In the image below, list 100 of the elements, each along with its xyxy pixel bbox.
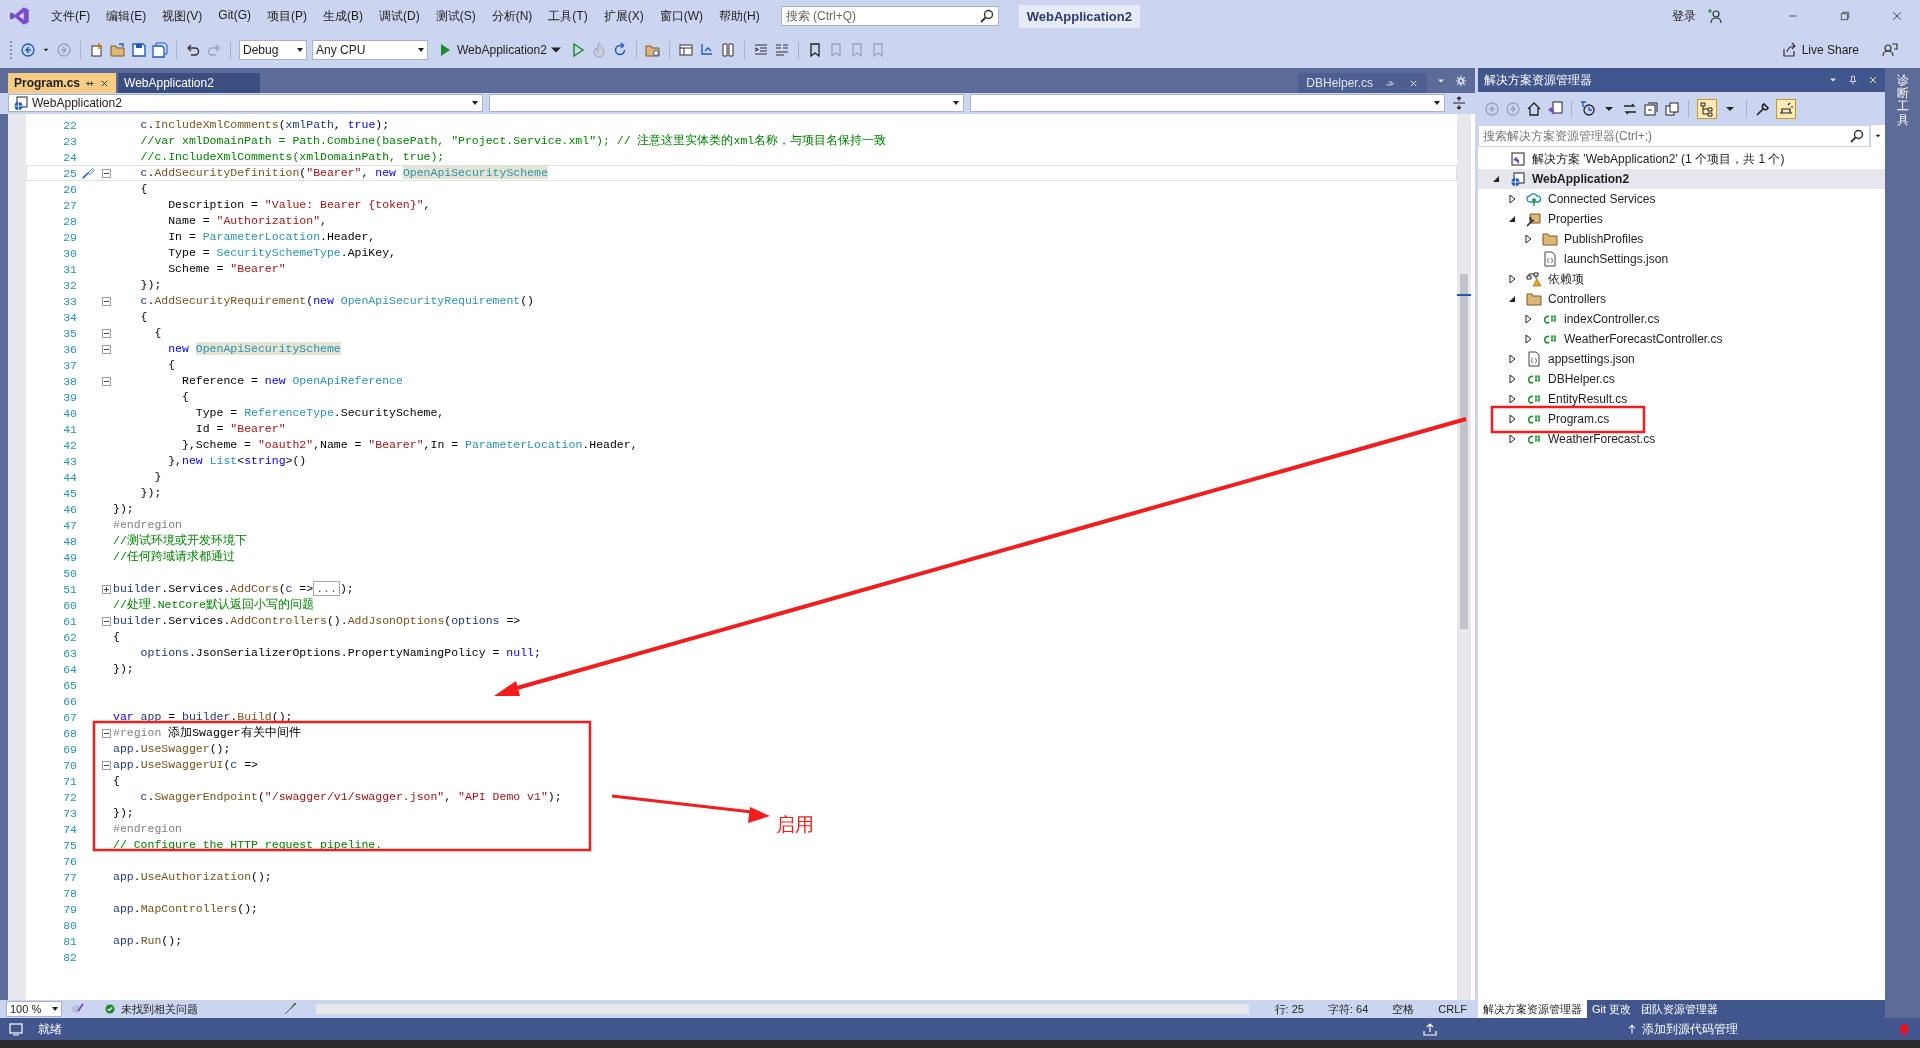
zoom-dropdown[interactable]: 100 % xyxy=(6,1001,62,1017)
menu-item[interactable]: 生成(B) xyxy=(316,4,370,28)
close-icon[interactable] xyxy=(1891,10,1903,22)
menu-item[interactable]: 扩展(X) xyxy=(596,4,651,28)
browse-folder-icon[interactable] xyxy=(644,42,661,58)
expand-toggle[interactable] xyxy=(101,584,111,594)
tree-row[interactable]: WebApplication2 xyxy=(1478,169,1885,189)
tree-row[interactable]: DBHelper.cs xyxy=(1478,369,1885,389)
document-tab[interactable]: WebApplication2 xyxy=(118,73,261,93)
menu-item[interactable]: 测试(S) xyxy=(428,4,483,28)
tree-row[interactable]: WeatherForecast.cs xyxy=(1478,429,1885,449)
window-layout-icon[interactable] xyxy=(677,42,694,58)
configuration-dropdown[interactable]: Debug xyxy=(239,40,307,60)
issues-indicator[interactable]: 未找到相关问题 xyxy=(104,1001,274,1017)
code-cleanup-icon[interactable] xyxy=(282,1001,298,1017)
source-control-button[interactable]: 添加到源代码管理 xyxy=(1626,1020,1738,1038)
menu-item[interactable]: 窗口(W) xyxy=(652,4,710,28)
tree-row[interactable]: Connected Services xyxy=(1478,189,1885,209)
line-indicator[interactable]: 行: 25 xyxy=(1266,1001,1312,1017)
menu-item[interactable]: Git(G) xyxy=(211,4,258,28)
tree-row[interactable]: EntityResult.cs xyxy=(1478,389,1885,409)
menu-item[interactable]: 帮助(H) xyxy=(712,4,767,28)
tree-row[interactable]: Controllers xyxy=(1478,289,1885,309)
indent-icon[interactable] xyxy=(752,42,769,58)
line-ending-indicator[interactable]: CRLF xyxy=(1430,1003,1475,1015)
menu-item[interactable]: 项目(P) xyxy=(260,4,314,28)
search-icon[interactable] xyxy=(978,8,995,24)
collapse-toggle[interactable] xyxy=(101,760,111,770)
account-icon[interactable] xyxy=(1708,8,1724,24)
code-line: Id = "Bearer" xyxy=(195,422,286,436)
show-all-files-icon[interactable] xyxy=(1664,100,1680,117)
side-panel-tab[interactable]: 诊断工具 xyxy=(1896,74,1909,127)
tree-row[interactable]: Properties xyxy=(1478,209,1885,229)
columns-icon[interactable] xyxy=(719,42,736,58)
tree-view-icon[interactable] xyxy=(1699,100,1715,117)
screwdriver-icon[interactable] xyxy=(81,166,95,180)
tree-row[interactable]: 依赖项 xyxy=(1478,269,1885,289)
code-line: } xyxy=(154,470,162,484)
menu-item[interactable]: 编辑(E) xyxy=(99,4,154,28)
save-icon[interactable] xyxy=(131,42,147,58)
pin-icon[interactable] xyxy=(1847,74,1859,86)
menu-item[interactable]: 工具(T) xyxy=(541,4,595,28)
code-line: app.Run(); xyxy=(113,934,183,948)
tree-row[interactable]: Program.cs xyxy=(1478,409,1885,429)
panel-tab[interactable]: 团队资源管理器 xyxy=(1636,1000,1724,1018)
code-line: Reference = new OpenApiReference xyxy=(182,374,403,388)
collapse-toggle[interactable] xyxy=(101,296,111,306)
publish-icon[interactable] xyxy=(1422,1021,1438,1037)
save-all-icon[interactable] xyxy=(152,42,168,58)
preview-tab[interactable]: DBHelper.cs xyxy=(1298,73,1427,93)
collapse-toggle[interactable] xyxy=(101,344,111,354)
collapse-toggle[interactable] xyxy=(101,168,111,178)
horizontal-scrollbar[interactable] xyxy=(316,1004,1249,1014)
tree-row[interactable]: launchSettings.json xyxy=(1478,249,1885,269)
new-project-icon[interactable] xyxy=(89,42,105,58)
settings-icon[interactable] xyxy=(1455,74,1467,87)
split-icon[interactable] xyxy=(1451,95,1467,111)
menu-item[interactable]: 分析(N) xyxy=(484,4,540,28)
solution-node[interactable]: 解决方案 'WebApplication2' (1 个项目，共 1 个) xyxy=(1532,150,1785,168)
app-logo-icon[interactable] xyxy=(10,6,30,26)
home-icon[interactable] xyxy=(1526,100,1542,117)
properties-icon[interactable] xyxy=(1755,100,1771,117)
collapse-toggle[interactable] xyxy=(101,328,111,338)
collapse-toggle[interactable] xyxy=(101,728,111,738)
panel-tab[interactable]: Git 更改 xyxy=(1587,1000,1637,1018)
column-indicator[interactable]: 字符: 64 xyxy=(1319,1001,1377,1017)
code-line: { xyxy=(168,358,176,372)
collapse-all-icon[interactable] xyxy=(1643,100,1659,117)
project-dropdown[interactable]: WebApplication2 xyxy=(8,94,483,112)
panel-tab[interactable]: 解决方案资源管理器 xyxy=(1478,1000,1587,1018)
menu-item[interactable]: 文件(F) xyxy=(44,4,98,28)
open-folder-icon[interactable] xyxy=(110,42,126,58)
indent-indicator[interactable]: 空格 xyxy=(1384,1001,1423,1017)
line-number: 68 xyxy=(62,726,77,740)
close-icon[interactable] xyxy=(1867,74,1879,86)
undo-icon[interactable] xyxy=(185,42,201,58)
platform-dropdown[interactable]: Any CPU xyxy=(312,40,428,60)
collapse-toggle[interactable] xyxy=(101,616,111,626)
pending-changes-icon[interactable] xyxy=(1580,100,1596,117)
switch-views-icon[interactable] xyxy=(1547,100,1563,117)
tree-row[interactable]: appsettings.json xyxy=(1478,349,1885,369)
scrollbar[interactable] xyxy=(1457,114,1471,1000)
live-share-button[interactable]: Live Share xyxy=(1780,42,1859,58)
run-button[interactable]: WebApplication2 xyxy=(433,40,565,60)
menu-item[interactable]: 调试(D) xyxy=(372,4,427,28)
collapse-toggle[interactable] xyxy=(101,376,111,386)
tree-row[interactable]: PublishProfiles xyxy=(1478,229,1885,249)
document-tab[interactable]: Program.cs xyxy=(8,73,117,93)
preview-icon[interactable] xyxy=(1778,100,1794,117)
restore-icon[interactable] xyxy=(1839,10,1851,22)
back-icon[interactable] xyxy=(20,42,36,58)
menu-item[interactable]: 视图(V) xyxy=(155,4,210,28)
search-icon[interactable] xyxy=(1849,128,1865,144)
tree-row[interactable]: WeatherForecastController.cs xyxy=(1478,329,1885,349)
feedback-icon[interactable] xyxy=(1882,42,1898,58)
tree-row[interactable]: indexController.cs xyxy=(1478,309,1885,329)
search-field[interactable]: 搜索解决方案资源管理器(Ctrl+;) xyxy=(1478,125,1870,147)
comment-icon[interactable] xyxy=(773,42,790,58)
sign-in-link[interactable]: 登录 xyxy=(1672,7,1696,25)
search-field[interactable]: 搜索 (Ctrl+Q) xyxy=(780,6,999,26)
